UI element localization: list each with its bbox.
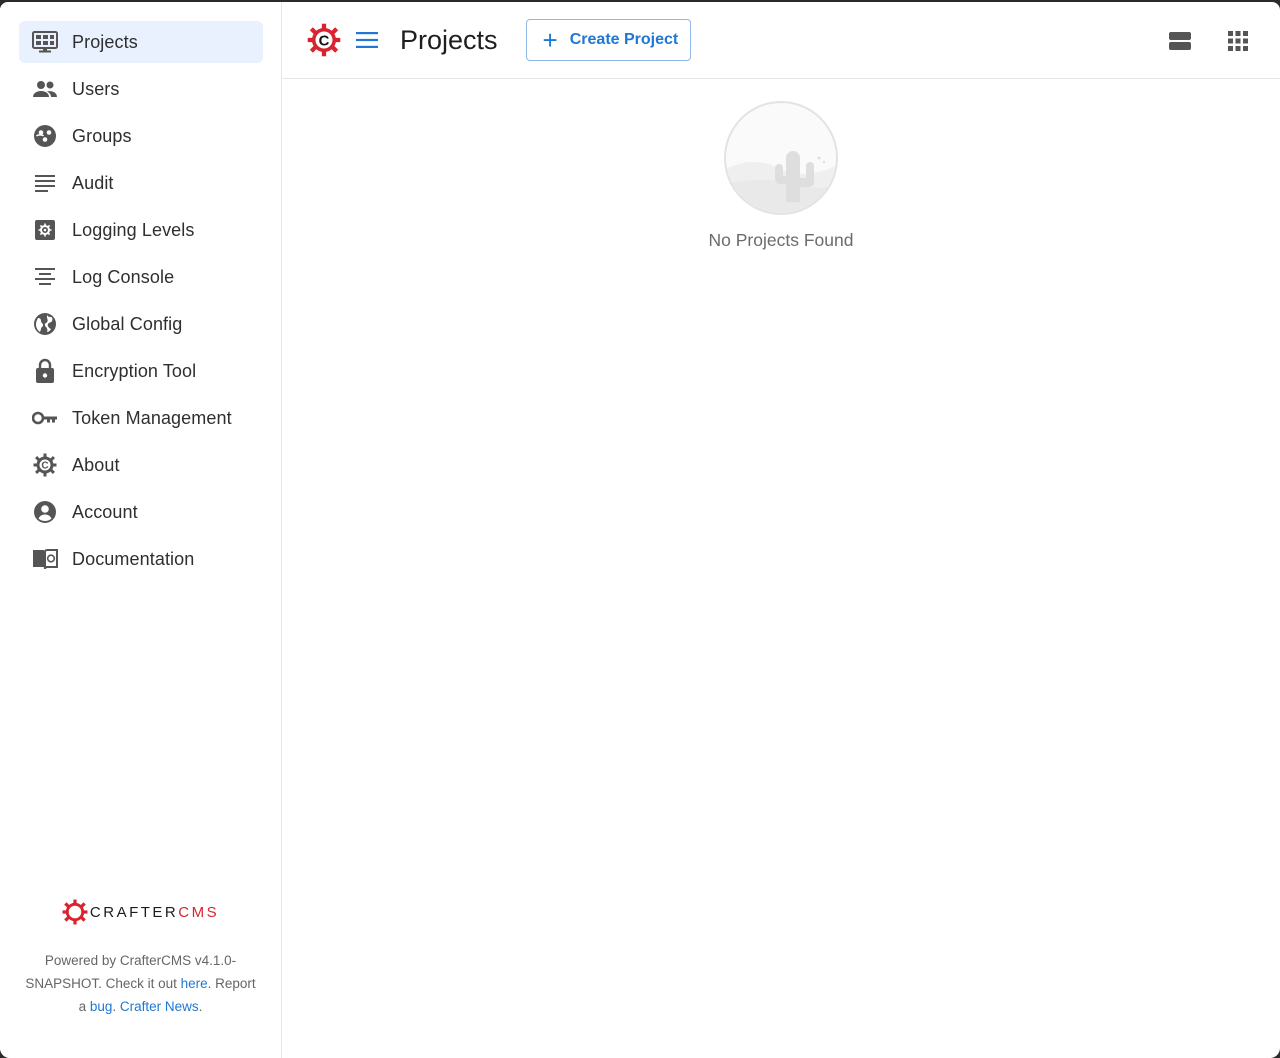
crafter-gear-icon: C — [32, 452, 58, 478]
list-view-icon[interactable] — [1168, 29, 1192, 53]
plus-icon: + — [542, 25, 558, 55]
empty-state-text: No Projects Found — [708, 230, 854, 250]
end-text: . — [198, 999, 203, 1014]
sidebar-item-label: Token Management — [72, 407, 232, 428]
sidebar-item-documentation[interactable]: Documentation — [19, 538, 263, 580]
sidebar-item-label: Projects — [72, 31, 138, 52]
account-icon — [32, 499, 58, 525]
audit-icon — [32, 170, 58, 196]
separator-text: . — [112, 999, 120, 1014]
documentation-icon — [32, 546, 58, 572]
globe-icon — [32, 311, 58, 337]
empty-cactus-illustration — [723, 100, 839, 216]
view-toggles — [1168, 29, 1250, 53]
create-project-label: Create Project — [569, 31, 679, 48]
sidebar-item-label: Audit — [72, 172, 114, 193]
sidebar-item-label: Account — [72, 501, 138, 522]
craftercms-logo: CRAFTERCMS — [0, 897, 281, 927]
sidebar-item-label: Groups — [72, 125, 132, 146]
groups-icon — [32, 123, 58, 149]
sidebar-item-log-console[interactable]: Log Console — [19, 256, 263, 298]
sidebar-item-label: Global Config — [72, 313, 183, 334]
sidebar-item-groups[interactable]: Groups — [19, 115, 263, 157]
logging-levels-icon — [32, 217, 58, 243]
lock-icon — [32, 358, 58, 384]
sidebar-item-users[interactable]: Users — [19, 68, 263, 110]
projects-icon — [32, 29, 58, 55]
create-project-button[interactable]: + Create Project — [525, 19, 691, 61]
sidebar-item-label: Encryption Tool — [72, 360, 197, 381]
sidebar-item-token-management[interactable]: Token Management — [19, 397, 263, 439]
sidebar-item-about[interactable]: C About — [19, 444, 263, 486]
users-icon — [32, 76, 58, 102]
svg-text:C: C — [319, 33, 330, 49]
crafter-news-link[interactable]: Crafter News — [120, 999, 199, 1014]
sidebar-item-label: Logging Levels — [72, 219, 195, 240]
top-bar: C Projects + Create Project — [282, 2, 1280, 79]
sidebar-item-global-config[interactable]: Global Config — [19, 303, 263, 345]
sidebar-nav: Projects Users Groups Audit Logging Leve… — [19, 21, 263, 585]
log-console-icon — [32, 264, 58, 290]
svg-text:C: C — [41, 461, 48, 472]
logo-crafter-text: CRAFTER — [89, 903, 179, 921]
sidebar-footer: CRAFTERCMS Powered by CrafterCMS v4.1.0-… — [0, 897, 281, 1018]
powered-by-text: Powered by CrafterCMS v4.1.0-SNAPSHOT. C… — [0, 949, 281, 1018]
bug-link[interactable]: bug — [90, 999, 113, 1014]
sidebar-item-label: Documentation — [72, 548, 195, 569]
logo-cms-text: CMS — [178, 903, 220, 921]
sidebar-item-label: Log Console — [72, 266, 175, 287]
crafter-logo-icon[interactable]: C — [306, 20, 342, 60]
crafter-gear-logo-icon — [62, 899, 88, 925]
grid-view-icon[interactable] — [1226, 29, 1250, 53]
sidebar-item-account[interactable]: Account — [19, 491, 263, 533]
sidebar: Projects Users Groups Audit Logging Leve… — [0, 2, 282, 1058]
hamburger-menu-icon[interactable] — [354, 27, 380, 53]
key-icon — [32, 405, 58, 431]
sidebar-item-projects[interactable]: Projects — [19, 21, 263, 63]
sidebar-item-label: About — [72, 454, 120, 475]
sidebar-item-audit[interactable]: Audit — [19, 162, 263, 204]
sidebar-item-logging-levels[interactable]: Logging Levels — [19, 209, 263, 251]
logo-wordmark: CRAFTERCMS — [90, 904, 219, 921]
page-title: Projects — [400, 24, 498, 55]
main-content: C Projects + Create Project No Projects … — [282, 2, 1280, 1058]
app-window: Projects Users Groups Audit Logging Leve… — [0, 2, 1280, 1058]
sidebar-item-label: Users — [72, 78, 120, 99]
empty-state: No Projects Found — [282, 100, 1280, 251]
sidebar-item-encryption-tool[interactable]: Encryption Tool — [19, 350, 263, 392]
here-link[interactable]: here — [181, 976, 208, 991]
